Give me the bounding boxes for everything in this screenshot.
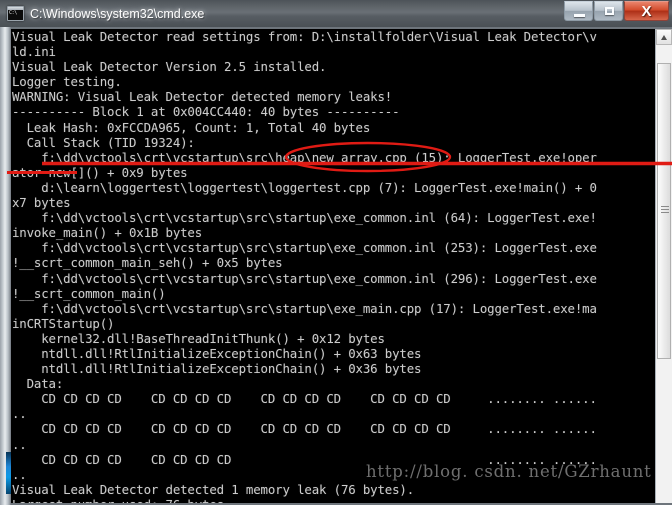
console-text: Visual Leak Detector read settings from:… (11, 29, 597, 503)
console-line: .. (12, 436, 27, 452)
console-line: kernel32.dll!BaseThreadInitThunk() + 0x1… (12, 330, 385, 346)
scrollbar-track[interactable] (656, 45, 672, 503)
console-line: ntdll.dll!RtlInitializeExceptionChain() … (12, 361, 422, 377)
cmd-window: C:\Windows\system32\cmd.exe X Visual Lea… (0, 0, 672, 505)
console-line: !__scrt_common_main() (12, 285, 166, 301)
close-icon: X (641, 3, 652, 20)
watermark-text: http://blog. csdn. net/GZrhaunt (366, 462, 652, 481)
console-line: ntdll.dll!RtlInitializeExceptionChain() … (12, 345, 422, 361)
console-line: Leak Hash: 0xFCCDA965, Count: 1, Total 4… (12, 119, 371, 135)
close-button[interactable]: X (624, 1, 669, 21)
console-line: f:\dd\vctools\crt\vcstartup\src\startup\… (12, 240, 597, 256)
desktop-accent-left (6, 452, 11, 494)
scrollbar-thumb[interactable] (657, 63, 671, 359)
console-line: inCRTStartup() (12, 315, 115, 331)
console-line: Visual Leak Detector detected 1 memory l… (12, 481, 415, 497)
window-controls[interactable]: X (563, 1, 669, 22)
console-line: Logger testing. (12, 74, 122, 90)
minimize-button[interactable] (564, 1, 593, 21)
console-line: Largest number used: 76 bytes. (12, 497, 597, 503)
scrollbar-grip-icon (661, 206, 669, 216)
console-line: ator new[]() + 0x9 bytes (12, 164, 188, 180)
console-line: CD CD CD CD CD CD CD CD CD CD CD CD CD C… (12, 391, 597, 407)
console-line: WARNING: Visual Leak Detector detected m… (12, 89, 393, 105)
maximize-button[interactable] (594, 1, 623, 21)
window-title-bar[interactable]: C:\Windows\system32\cmd.exe X (0, 0, 672, 27)
console-line: Visual Leak Detector read settings from:… (12, 29, 597, 44)
console-line: f:\dd\vctools\crt\vcstartup\src\heap\new… (12, 149, 597, 165)
console-line: invoke_main() + 0x1B bytes (12, 225, 203, 241)
console-line: Call Stack (TID 19324): (12, 134, 195, 150)
console-line: Data: (12, 376, 64, 392)
console-line: ld.ini (12, 44, 56, 60)
console-line: ---------- Block 1 at 0x004CC440: 40 byt… (12, 104, 400, 120)
console-line: d:\learn\loggertest\loggertest\loggertes… (12, 179, 597, 195)
scroll-up-arrow-icon[interactable] (656, 29, 672, 45)
console-line: f:\dd\vctools\crt\vcstartup\src\startup\… (12, 210, 597, 226)
console-line: x7 bytes (12, 195, 71, 211)
console-line: f:\dd\vctools\crt\vcstartup\src\startup\… (12, 270, 597, 286)
window-title-text: C:\Windows\system32\cmd.exe (30, 6, 205, 21)
title-bar-left: C:\Windows\system32\cmd.exe (0, 6, 204, 21)
console-line: Visual Leak Detector Version 2.5 install… (12, 59, 327, 75)
console-line: f:\dd\vctools\crt\vcstartup\src\startup\… (12, 300, 597, 316)
console-line: CD CD CD CD CD CD CD CD CD CD CD CD CD C… (12, 421, 597, 437)
cmd-console-icon (7, 6, 24, 21)
console-line: !__scrt_common_main_seh() + 0x5 bytes (12, 255, 283, 271)
console-line: .. (12, 406, 27, 422)
console-output-area[interactable]: Visual Leak Detector read settings from:… (11, 29, 655, 503)
console-scrollbar[interactable] (655, 29, 672, 503)
